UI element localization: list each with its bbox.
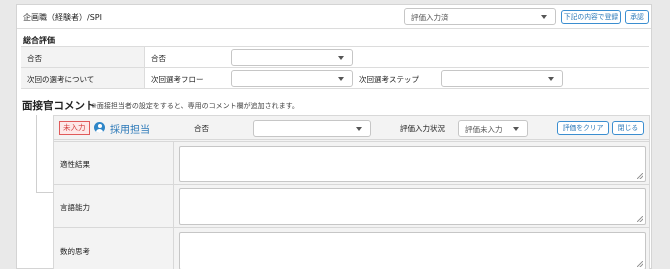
evaluation-status-value: 評価入力済 [411, 13, 449, 22]
eval-status-label: 評価入力状況 [400, 124, 445, 133]
chevron-down-icon [548, 77, 554, 81]
panel-title: 企画職（経験者）/SPI [23, 13, 102, 22]
eval-status-select[interactable]: 評価未入力 [458, 120, 528, 137]
aptitude-result-textarea[interactable] [179, 146, 646, 182]
chevron-down-icon [541, 15, 547, 19]
next-selection-label: 次回の選考について [21, 68, 145, 88]
eval-status-value: 評価未入力 [465, 125, 503, 134]
resize-handle-icon[interactable] [637, 261, 643, 267]
next-flow-select[interactable] [231, 70, 353, 87]
chevron-down-icon [356, 127, 362, 131]
interviewer-comment-title: 面接官コメント [22, 100, 96, 112]
next-step-label: 次回選考ステップ [359, 75, 419, 84]
next-flow-label: 次回選考フロー [151, 75, 204, 84]
evaluation-panel: 企画職（経験者）/SPI 評価入力済 下記の内容で登録 承認 総合評価 合否 合… [16, 4, 652, 269]
next-step-select[interactable] [441, 70, 563, 87]
panel-header: 企画職（経験者）/SPI 評価入力済 下記の内容で登録 承認 [17, 5, 651, 29]
interviewer-card-header: 未入力 採用担当 合否 評価入力状況 評価未入力 評価をクリア 閉じる [54, 116, 649, 140]
status-badge: 未入力 [59, 121, 90, 135]
comment-field-label: 適性結果 [60, 160, 90, 169]
comment-field-row: 言語能力 [54, 184, 649, 228]
chevron-down-icon [513, 127, 519, 131]
resize-handle-icon[interactable] [637, 216, 643, 222]
interviewer-card: 未入力 採用担当 合否 評価入力状況 評価未入力 評価をクリア 閉じる 適性結果 [53, 115, 650, 269]
evaluation-status-select[interactable]: 評価入力済 [404, 8, 556, 25]
verbal-ability-textarea[interactable] [179, 188, 646, 225]
chevron-down-icon [338, 77, 344, 81]
comment-field-label: 数的思考 [60, 247, 90, 256]
tree-connector [36, 115, 37, 193]
pass-fail-sublabel: 合否 [151, 54, 166, 63]
person-icon [94, 122, 105, 133]
chevron-down-icon [338, 56, 344, 60]
clear-evaluation-button[interactable]: 評価をクリア [557, 121, 609, 135]
pass-fail-label: 合否 [21, 47, 145, 67]
next-selection-row: 次回の選考について 次回選考フロー 次回選考ステップ [21, 67, 649, 89]
pass-fail-row: 合否 合否 [21, 46, 649, 67]
interviewer-name: 採用担当 [110, 125, 150, 136]
divider [173, 142, 174, 185]
resize-handle-icon[interactable] [637, 173, 643, 179]
approve-button[interactable]: 承認 [625, 10, 649, 24]
tree-connector [36, 192, 53, 193]
overall-evaluation-title: 総合評価 [23, 36, 55, 45]
close-button[interactable]: 閉じる [612, 121, 644, 135]
divider [173, 185, 174, 228]
pass-fail-select[interactable] [231, 49, 353, 66]
card-pass-label: 合否 [194, 124, 209, 133]
numerical-thinking-textarea[interactable] [179, 232, 646, 269]
comment-field-label: 言語能力 [60, 203, 90, 212]
divider [173, 228, 174, 269]
comment-field-row: 適性結果 [54, 141, 649, 185]
register-button[interactable]: 下記の内容で登録 [561, 10, 621, 24]
card-pass-select[interactable] [253, 120, 371, 137]
comment-field-row: 数的思考 [54, 227, 649, 269]
interviewer-comment-note: ※面接担当者の設定をすると、専用のコメント欄が追加されます。 [91, 102, 299, 110]
